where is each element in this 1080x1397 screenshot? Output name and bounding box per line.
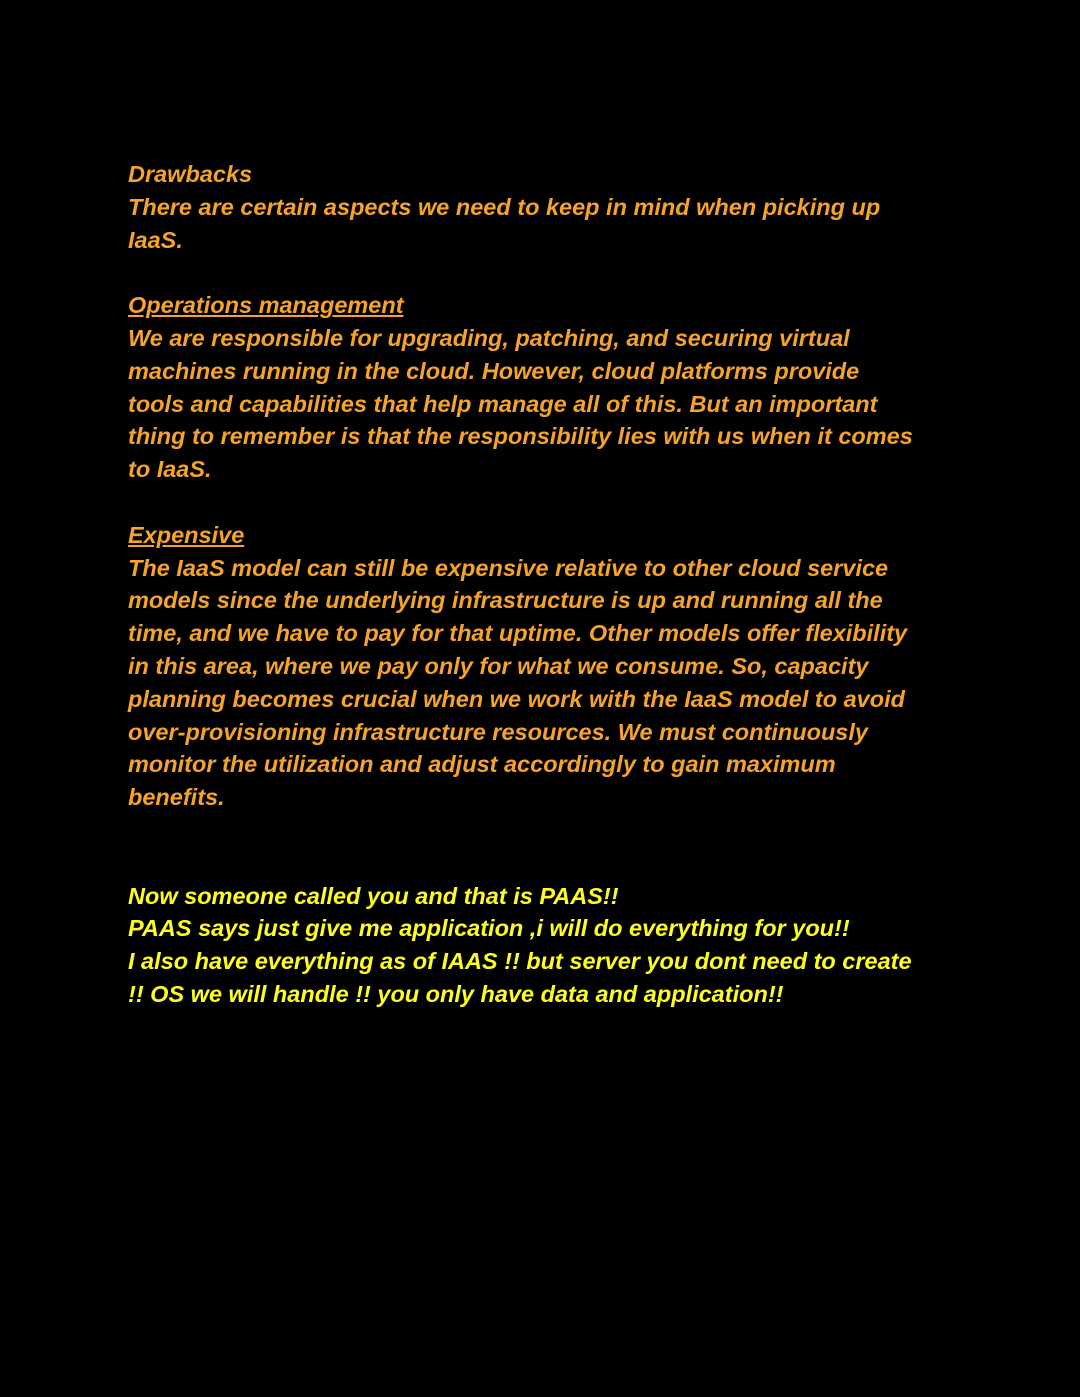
- paas-note-line: I also have everything as of IAAS !! but…: [128, 948, 912, 975]
- drawbacks-section: Drawbacks There are certain aspects we n…: [128, 158, 968, 256]
- paas-note-line: Now someone called you and that is PAAS!…: [128, 882, 619, 909]
- document-page: Drawbacks There are certain aspects we n…: [128, 158, 968, 1011]
- expensive-line: The IaaS model can still be expensive re…: [128, 554, 889, 581]
- drawbacks-line: IaaS.: [128, 226, 183, 253]
- expensive-line: in this area, where we pay only for what…: [128, 652, 869, 679]
- expensive-line: benefits.: [128, 784, 225, 811]
- operations-management-heading: Operations management: [128, 292, 404, 319]
- expensive-line: over-provisioning infrastructure resourc…: [128, 718, 868, 745]
- expensive-heading: Expensive: [128, 521, 245, 548]
- operations-line: machines running in the cloud. However, …: [128, 357, 860, 384]
- paas-note-line: !! OS we will handle !! you only have da…: [128, 980, 784, 1007]
- paas-note-line: PAAS says just give me application ,i wi…: [128, 915, 850, 942]
- operations-line: We are responsible for upgrading, patchi…: [128, 324, 850, 351]
- drawbacks-line: There are certain aspects we need to kee…: [128, 193, 881, 220]
- drawbacks-title: Drawbacks: [128, 161, 253, 187]
- operations-line: to IaaS.: [128, 456, 212, 483]
- expensive-line: planning becomes crucial when we work wi…: [128, 685, 905, 712]
- expensive-line: time, and we have to pay for that uptime…: [128, 620, 908, 647]
- paas-note-section: Now someone called you and that is PAAS!…: [128, 880, 968, 1011]
- expensive-line: monitor the utilization and adjust accor…: [128, 751, 836, 778]
- operations-line: tools and capabilities that help manage …: [128, 390, 878, 417]
- expensive-section: Expensive The IaaS model can still be ex…: [128, 519, 968, 814]
- operations-management-section: Operations management We are responsible…: [128, 289, 968, 486]
- operations-line: thing to remember is that the responsibi…: [128, 423, 913, 450]
- expensive-line: models since the underlying infrastructu…: [128, 587, 883, 614]
